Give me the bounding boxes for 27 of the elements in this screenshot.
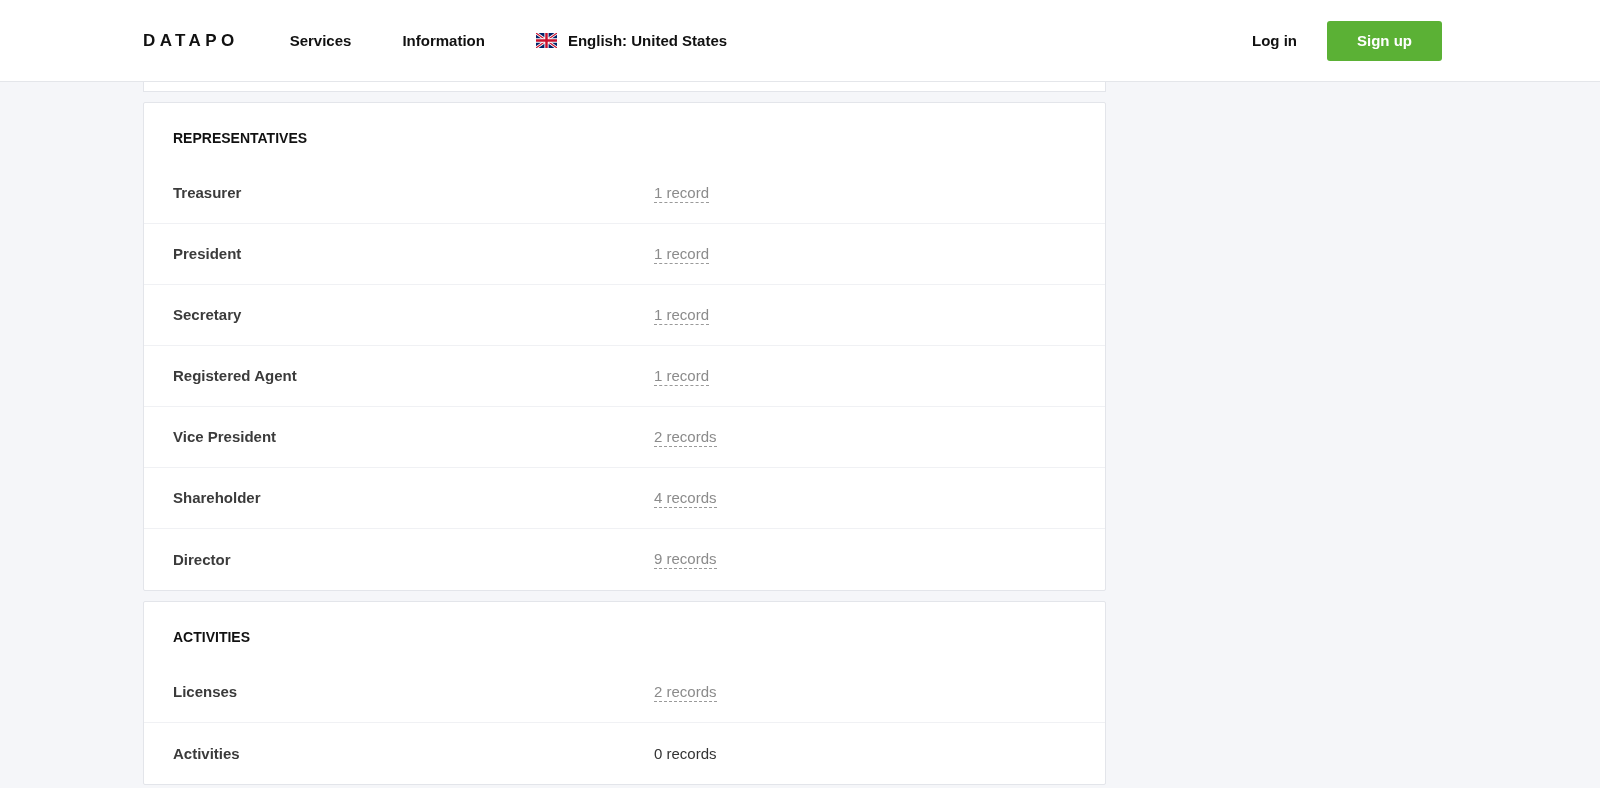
nav-link[interactable]: Information (402, 30, 485, 51)
records-link[interactable]: 2 records (654, 682, 717, 702)
nav-link[interactable]: Services (289, 30, 352, 51)
records-link[interactable]: 4 records (654, 488, 717, 508)
field-label: Treasurer (173, 183, 242, 203)
language-selector[interactable]: English: United States (535, 30, 728, 51)
field-label: Licenses (173, 682, 238, 702)
flag-icon (535, 33, 557, 48)
field-label: Director (173, 549, 231, 570)
login-link[interactable]: Log in (1252, 30, 1297, 51)
records-link[interactable]: 1 record (654, 244, 710, 264)
field-label: Secretary (173, 305, 242, 325)
section-title: REPRESENTATIVES (172, 129, 309, 148)
field-label: Shareholder (173, 488, 261, 508)
signup-button[interactable]: Sign up (1327, 20, 1442, 61)
logo[interactable]: DATAPO (143, 32, 239, 49)
field-label: Registered Agent (173, 366, 297, 386)
records-link[interactable]: 1 record (654, 183, 710, 203)
records-count: 0 records (654, 744, 717, 763)
field-label: President (173, 244, 242, 264)
records-link[interactable]: 9 records (654, 550, 717, 569)
records-link[interactable]: 2 records (654, 427, 717, 447)
records-link[interactable]: 1 record (654, 305, 710, 325)
field-label: Activities (173, 743, 240, 764)
section-title: ACTIVITIES (172, 628, 251, 647)
records-link[interactable]: 1 record (654, 366, 710, 386)
field-label: Vice President (173, 427, 277, 447)
